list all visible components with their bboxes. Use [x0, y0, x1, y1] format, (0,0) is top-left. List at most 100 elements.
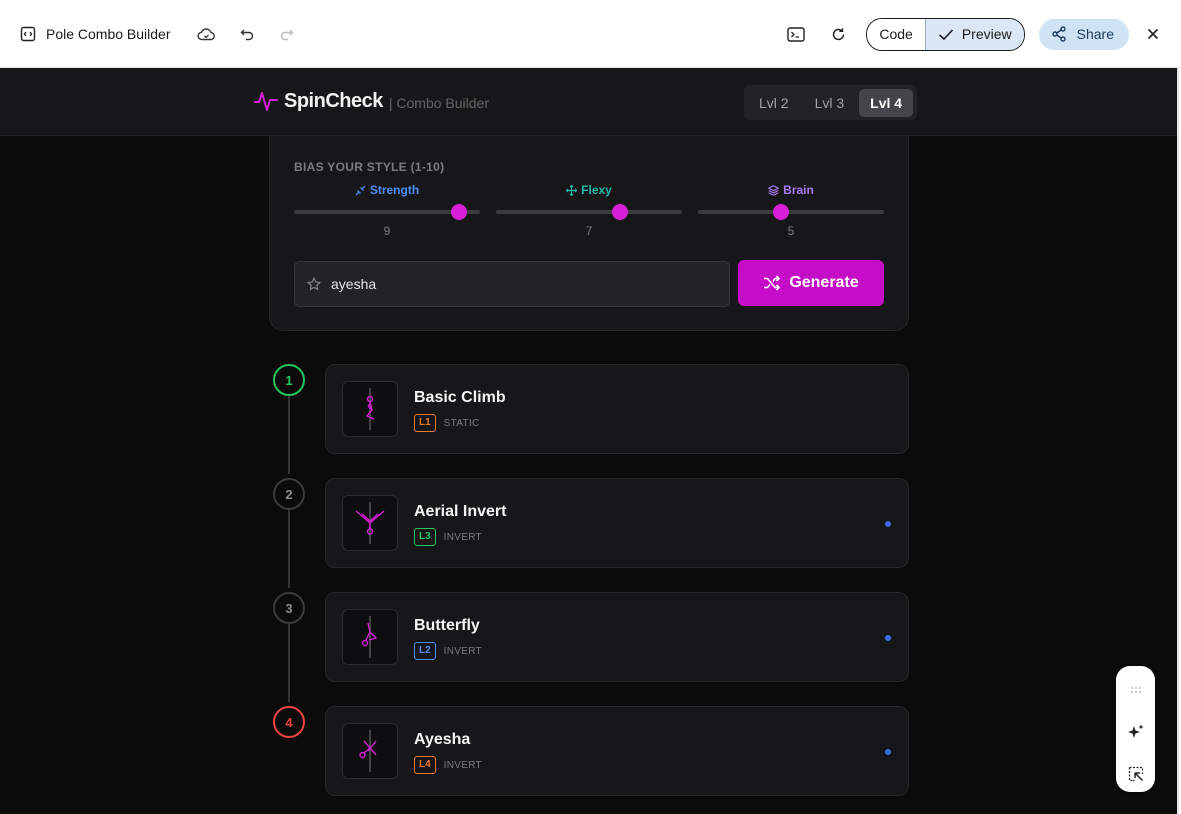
- refresh-button[interactable]: [824, 20, 852, 48]
- code-tab[interactable]: Code: [867, 18, 925, 50]
- view-toggle: Code Preview: [866, 17, 1025, 51]
- strength-icon: [355, 185, 366, 195]
- pulse-logo-icon: [254, 92, 278, 111]
- move-meta: L4 INVERT: [414, 756, 482, 774]
- generate-button[interactable]: Generate: [738, 260, 884, 306]
- move-card[interactable]: Basic Climb L1 STATIC: [325, 364, 909, 454]
- flexy-slider-thumb[interactable]: [612, 204, 628, 220]
- top-toolbar: Pole Combo Builder Code Preview Share: [0, 0, 1181, 68]
- step-number: 2: [273, 478, 305, 510]
- brain-slider-thumb[interactable]: [772, 204, 789, 220]
- move-type: STATIC: [443, 417, 480, 429]
- strength-slider[interactable]: [294, 204, 480, 220]
- level-badge: L2: [414, 642, 436, 660]
- bias-title: BIAS YOUR STYLE (1-10): [294, 160, 445, 174]
- ai-edit-button[interactable]: [1126, 722, 1146, 742]
- timeline-connector: [288, 510, 290, 588]
- drag-handle[interactable]: [1126, 680, 1146, 700]
- shuffle-icon: [764, 275, 781, 291]
- share-icon: [1051, 26, 1066, 42]
- generate-label: Generate: [789, 274, 859, 291]
- flexy-slider[interactable]: [496, 204, 682, 220]
- cloud-save-button[interactable]: [193, 20, 221, 48]
- strength-label-row: Strength: [294, 182, 480, 198]
- redo-icon: [280, 29, 294, 41]
- redo-button[interactable]: [273, 20, 301, 48]
- sparkle-icon: [1127, 724, 1143, 738]
- console-button[interactable]: [782, 20, 810, 48]
- toolbar-right: Code Preview Share: [782, 0, 1163, 68]
- move-card[interactable]: Butterfly L2 INVERT: [325, 592, 909, 682]
- ayesha-figure-icon: [359, 730, 377, 772]
- move-thumbnail: [342, 495, 398, 551]
- move-card[interactable]: Ayesha L4 INVERT: [325, 706, 909, 796]
- level-badge: L3: [414, 528, 436, 546]
- level-tab-2[interactable]: Lvl 2: [748, 89, 800, 117]
- star-icon: [307, 277, 321, 291]
- flexy-value: 7: [585, 224, 593, 238]
- level-tab-4[interactable]: Lvl 4: [859, 88, 914, 117]
- brain-label-row: Brain: [698, 182, 884, 198]
- status-dot: [885, 635, 891, 641]
- toolbar-left: Pole Combo Builder: [20, 0, 313, 68]
- name-input-field[interactable]: [294, 261, 730, 307]
- share-label: Share: [1076, 26, 1114, 42]
- brain-value: 5: [787, 224, 795, 238]
- move-thumbnail: [342, 723, 398, 779]
- move-thumbnail: [342, 609, 398, 665]
- strength-value: 9: [383, 224, 391, 238]
- brand-subtitle: | Combo Builder: [388, 95, 489, 111]
- refresh-icon: [832, 27, 845, 40]
- strength-slider-thumb[interactable]: [451, 204, 468, 220]
- app-header: SpinCheck | Combo Builder Lvl 2 Lvl 3 Lv…: [0, 68, 1177, 136]
- move-card[interactable]: Aerial Invert L3 INVERT: [325, 478, 909, 568]
- check-icon: [938, 28, 953, 40]
- flexy-label: Flexy: [581, 183, 612, 197]
- level-badge: L4: [414, 756, 436, 774]
- layers-icon: [768, 184, 780, 196]
- preview-label: Preview: [961, 26, 1012, 42]
- code-file-icon: [20, 26, 36, 42]
- close-button[interactable]: [1143, 24, 1163, 44]
- flexy-slider-group: Flexy 7: [496, 182, 682, 238]
- move-name: Ayesha: [414, 731, 471, 748]
- move-name: Aerial Invert: [414, 503, 507, 520]
- grip-dots-icon: [1130, 687, 1141, 693]
- select-element-button[interactable]: [1126, 764, 1146, 784]
- move-name: Butterfly: [414, 617, 480, 634]
- cloud-icon: [197, 28, 215, 41]
- app-preview: SpinCheck | Combo Builder Lvl 2 Lvl 3 Lv…: [0, 68, 1179, 814]
- aerial-invert-figure-icon: [355, 502, 385, 544]
- undo-icon: [240, 29, 253, 41]
- undo-button[interactable]: [233, 20, 261, 48]
- butterfly-figure-icon: [361, 616, 377, 658]
- strength-slider-group: Strength 9: [294, 182, 480, 238]
- close-icon: [1147, 28, 1159, 40]
- terminal-icon: [787, 26, 806, 42]
- floating-toolbar: [1116, 666, 1155, 792]
- pole-climb-figure-icon: [366, 388, 375, 430]
- level-tab-3[interactable]: Lvl 3: [804, 89, 856, 117]
- strength-label: Strength: [369, 183, 420, 197]
- timeline-connector: [288, 396, 290, 474]
- move-meta: L2 INVERT: [414, 642, 482, 660]
- move-name: Basic Climb: [414, 389, 506, 406]
- brain-slider[interactable]: [698, 204, 884, 220]
- timeline-connector: [288, 624, 290, 702]
- brand-name: SpinCheck: [284, 89, 383, 112]
- bias-card: BIAS YOUR STYLE (1-10) Strength 9 Flexy …: [269, 136, 909, 331]
- project-title: Pole Combo Builder: [46, 26, 171, 42]
- name-input[interactable]: [331, 276, 711, 292]
- step-number: 4: [273, 706, 305, 738]
- brain-slider-group: Brain 5: [698, 182, 884, 238]
- level-badge: L1: [414, 414, 436, 432]
- move-thumbnail: [342, 381, 398, 437]
- step-number: 1: [273, 364, 305, 396]
- status-dot: [885, 521, 891, 527]
- move-arrows-icon: [566, 184, 578, 196]
- move-meta: L3 INVERT: [414, 528, 482, 546]
- level-selector: Lvl 2 Lvl 3 Lvl 4: [744, 85, 918, 120]
- move-type: INVERT: [443, 531, 482, 543]
- share-button[interactable]: Share: [1038, 18, 1129, 50]
- preview-tab[interactable]: Preview: [924, 18, 1024, 50]
